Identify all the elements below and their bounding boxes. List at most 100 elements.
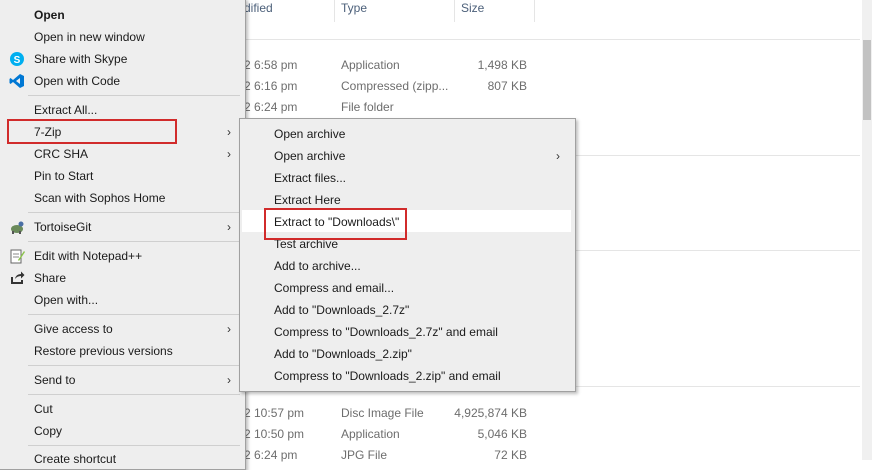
scrollbar-thumb[interactable] <box>863 40 871 120</box>
menu-separator <box>28 445 240 446</box>
submenu-item-add-to-7z[interactable]: Add to "Downloads_2.7z" <box>240 299 575 321</box>
tortoisegit-icon <box>9 219 25 235</box>
row-date: 2 10:50 pm <box>244 427 305 441</box>
menu-item-extract-all[interactable]: Extract All... <box>0 99 245 121</box>
menu-item-tortoisegit[interactable]: TortoiseGit › <box>0 216 245 238</box>
submenu-item-add-to-archive[interactable]: Add to archive... <box>240 255 575 277</box>
menu-item-label: Pin to Start <box>34 169 94 183</box>
chevron-right-icon: › <box>556 149 560 163</box>
menu-item-open[interactable]: Open <box>0 4 245 26</box>
submenu-item-add-to-zip[interactable]: Add to "Downloads_2.zip" <box>240 343 575 365</box>
column-date-modified[interactable]: dified <box>244 0 273 20</box>
row-type: File folder <box>341 100 394 114</box>
menu-item-label: Add to "Downloads_2.zip" <box>274 347 412 361</box>
menu-item-copy[interactable]: Copy <box>0 420 245 442</box>
column-size[interactable]: Size <box>461 0 484 20</box>
chevron-right-icon: › <box>227 322 231 336</box>
menu-item-label: TortoiseGit <box>34 220 92 234</box>
submenu-item-compress-7z-email[interactable]: Compress to "Downloads_2.7z" and email <box>240 321 575 343</box>
menu-item-scan-sophos[interactable]: Scan with Sophos Home <box>0 187 245 209</box>
menu-separator <box>28 314 240 315</box>
row-type: Compressed (zipp... <box>341 79 449 93</box>
row-date: 2 10:57 pm <box>244 406 305 420</box>
column-separator[interactable] <box>454 0 455 22</box>
menu-item-open-with-code[interactable]: Open with Code <box>0 70 245 92</box>
menu-item-label: Scan with Sophos Home <box>34 191 166 205</box>
menu-item-crc-sha[interactable]: CRC SHA › <box>0 143 245 165</box>
skype-icon: S <box>9 51 25 67</box>
menu-item-label: Extract files... <box>274 171 347 185</box>
menu-item-label: Cut <box>34 402 53 416</box>
row-date: 2 6:16 pm <box>244 79 298 93</box>
menu-item-label: Create shortcut <box>34 452 117 466</box>
row-type: Disc Image File <box>341 406 424 420</box>
menu-item-label: Open with... <box>34 293 99 307</box>
menu-item-give-access[interactable]: Give access to › <box>0 318 245 340</box>
menu-item-label: Open archive <box>274 149 346 163</box>
context-menu: Open Open in new window S Share with Sky… <box>0 0 246 470</box>
menu-item-label: Open in new window <box>34 30 145 44</box>
submenu-item-compress-email[interactable]: Compress and email... <box>240 277 575 299</box>
chevron-right-icon: › <box>227 220 231 234</box>
menu-item-label: Add to archive... <box>274 259 361 273</box>
menu-item-label: Edit with Notepad++ <box>34 249 143 263</box>
menu-item-label: Open <box>34 8 65 22</box>
menu-item-label: Restore previous versions <box>34 344 173 358</box>
menu-item-label: Open archive <box>274 127 346 141</box>
menu-item-label: Add to "Downloads_2.7z" <box>274 303 410 317</box>
menu-item-restore-versions[interactable]: Restore previous versions <box>0 340 245 362</box>
submenu-item-compress-zip-email[interactable]: Compress to "Downloads_2.zip" and email <box>240 365 575 387</box>
row-date: 2 6:24 pm <box>244 100 298 114</box>
row-size: 4,925,874 KB <box>454 406 527 420</box>
menu-separator <box>28 241 240 242</box>
row-size: 807 KB <box>487 79 527 93</box>
row-size: 5,046 KB <box>477 427 527 441</box>
menu-item-label: Compress to "Downloads_2.7z" and email <box>274 325 498 339</box>
highlight-box-extract-to <box>264 208 407 240</box>
menu-item-create-shortcut[interactable]: Create shortcut <box>0 448 245 470</box>
row-size: 1,498 KB <box>477 58 527 72</box>
menu-item-label: Compress to "Downloads_2.zip" and email <box>274 369 501 383</box>
menu-item-label: Open with Code <box>34 74 121 88</box>
vertical-scrollbar[interactable] <box>862 0 872 460</box>
menu-item-label: Share with Skype <box>34 52 128 66</box>
menu-item-edit-notepad-plus-plus[interactable]: Edit with Notepad++ <box>0 245 245 267</box>
submenu-item-extract-files[interactable]: Extract files... <box>240 167 575 189</box>
chevron-right-icon: › <box>227 125 231 139</box>
menu-item-label: CRC SHA <box>34 147 89 161</box>
menu-item-pin-to-start[interactable]: Pin to Start <box>0 165 245 187</box>
menu-item-label: Compress and email... <box>274 281 395 295</box>
menu-item-label: Copy <box>34 424 63 438</box>
vscode-icon <box>9 73 25 89</box>
menu-item-label: Give access to <box>34 322 113 336</box>
group-divider <box>245 39 860 40</box>
menu-item-open-with[interactable]: Open with... <box>0 289 245 311</box>
menu-separator <box>28 394 240 395</box>
share-icon <box>9 270 25 286</box>
menu-item-share[interactable]: Share <box>0 267 245 289</box>
chevron-right-icon: › <box>227 373 231 387</box>
row-type: Application <box>341 427 400 441</box>
menu-item-send-to[interactable]: Send to › <box>0 369 245 391</box>
menu-item-cut[interactable]: Cut <box>0 398 245 420</box>
menu-item-label: Share <box>34 271 67 285</box>
submenu-item-open-archive[interactable]: Open archive <box>240 123 575 145</box>
submenu-item-open-archive-more[interactable]: Open archive › <box>240 145 575 167</box>
svg-text:S: S <box>14 55 21 66</box>
chevron-right-icon: › <box>227 147 231 161</box>
column-separator[interactable] <box>534 0 535 22</box>
menu-separator <box>28 95 240 96</box>
menu-separator <box>28 212 240 213</box>
column-separator[interactable] <box>334 0 335 22</box>
menu-item-open-new-window[interactable]: Open in new window <box>0 26 245 48</box>
column-type[interactable]: Type <box>341 0 367 20</box>
row-type: Application <box>341 58 400 72</box>
menu-item-label: Extract All... <box>34 103 98 117</box>
notepad-plus-plus-icon <box>9 248 25 264</box>
7zip-submenu: Open archive Open archive › Extract file… <box>239 118 576 392</box>
row-date: 2 6:58 pm <box>244 58 298 72</box>
menu-item-share-skype[interactable]: S Share with Skype <box>0 48 245 70</box>
menu-item-label: Send to <box>34 373 76 387</box>
menu-separator <box>28 365 240 366</box>
highlight-box-7zip <box>7 119 177 144</box>
